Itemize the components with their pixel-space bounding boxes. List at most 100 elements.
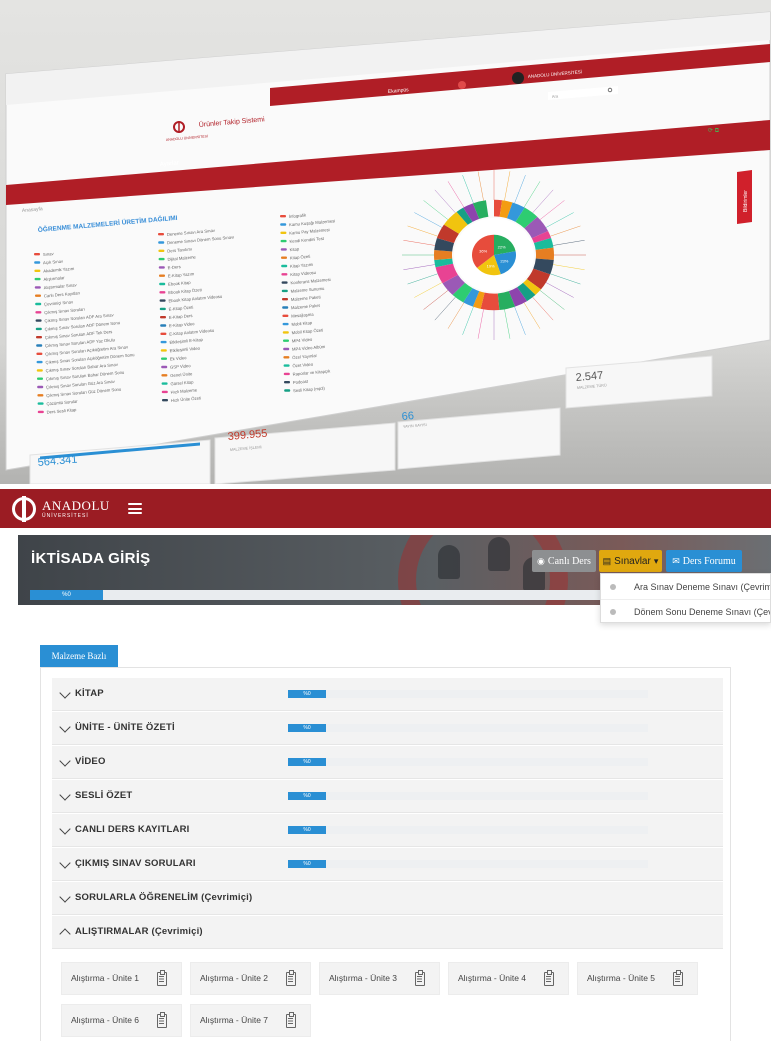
legend-swatch xyxy=(281,273,288,276)
ders-forumu-button[interactable]: ✉ Ders Forumu xyxy=(666,550,742,572)
legend-swatch xyxy=(35,294,41,297)
exam-dropdown-item[interactable]: Ara Sınav Deneme Sınavı (Çevrimiçi) xyxy=(601,574,770,599)
accordion-cikmis-sinav-sorulari[interactable]: ÇIKMIŞ SINAV SORULARI %0 xyxy=(52,848,723,881)
accordion-sorularla-ogrenelim[interactable]: SORULARLA ÖĞRENELİM (Çevrimiçi) xyxy=(52,882,723,915)
exam-dropdown-item[interactable]: Dönem Sonu Deneme Sınavı (Çevrimiçi) xyxy=(601,599,770,624)
brand-sub: ÜNİVERSİTESİ xyxy=(42,512,89,519)
legend-swatch xyxy=(36,336,42,339)
university-logo-icon[interactable] xyxy=(12,495,36,522)
course-title: İKTİSADA GİRİŞ xyxy=(31,550,151,567)
legend-swatch xyxy=(158,249,165,252)
legend-swatch xyxy=(160,340,167,344)
donut-outer-slice xyxy=(433,250,453,260)
brand-name: ANADOLU xyxy=(42,497,110,513)
clipboard-icon xyxy=(673,970,683,986)
legend-swatch xyxy=(36,352,43,355)
canli-ders-button[interactable]: ◉ Canlı Ders xyxy=(532,550,596,572)
exercise-label: Alıştırma - Ünite 6 xyxy=(71,1015,140,1025)
accordion-progress-bar: %0 xyxy=(288,792,648,800)
side-tab-label: Bildirimler xyxy=(743,190,749,212)
brand[interactable]: ANADOLU ÜNİVERSİTESİ xyxy=(42,499,110,519)
donut-gap xyxy=(454,218,534,292)
legend-swatch xyxy=(280,248,287,251)
dashboard-screen: Bildirimler ANADOLU ÜNİVERSİTESİ Ürünler… xyxy=(5,11,771,484)
legend-swatch xyxy=(159,291,166,294)
legend-label: Sınav xyxy=(43,251,55,257)
legend-swatch xyxy=(159,274,165,277)
legend-swatch xyxy=(35,302,42,306)
hamburger-menu-icon[interactable] xyxy=(127,503,142,514)
exercise-card[interactable]: Alıştırma - Ünite 7 xyxy=(190,1004,311,1037)
chevron-down-icon xyxy=(59,891,71,903)
legend-swatch xyxy=(281,289,288,293)
clipboard-icon xyxy=(157,970,167,986)
exercise-card[interactable]: Alıştırma - Ünite 2 xyxy=(190,962,311,995)
legend-swatch xyxy=(37,402,44,405)
exercise-card[interactable]: Alıştırma - Ünite 5 xyxy=(577,962,698,995)
course-progress-label: %0 xyxy=(30,590,103,600)
accordion-video[interactable]: VİDEO %0 xyxy=(52,746,723,779)
banner-person-icon xyxy=(488,537,510,571)
bullet-icon xyxy=(610,583,616,590)
exercise-label: Alıştırma - Ünite 2 xyxy=(200,973,269,983)
notification-icon[interactable] xyxy=(458,81,466,89)
accordion-progress-label: %0 xyxy=(288,860,326,868)
accordion-kitap[interactable]: KİTAP %0 xyxy=(52,678,723,711)
legend-swatch xyxy=(282,322,289,326)
tab-malzeme-bazli[interactable]: Malzeme Bazlı xyxy=(40,645,118,667)
accordion-progress-bar: %0 xyxy=(288,724,648,732)
legend-swatch xyxy=(36,360,43,364)
refresh-icon[interactable]: ⟳ ⧉ xyxy=(708,128,720,134)
legend-swatch xyxy=(282,298,288,301)
accordion-unite-ozeti[interactable]: ÜNİTE - ÜNİTE ÖZETİ %0 xyxy=(52,712,723,745)
exam-dropdown-label: Dönem Sonu Deneme Sınavı (Çevrimiçi) xyxy=(634,607,770,617)
accordion-label: SORULARLA ÖĞRENELİM (Çevrimiçi) xyxy=(75,892,253,903)
chat-icon: ✉ xyxy=(672,555,680,566)
exam-dropdown-label: Ara Sınav Deneme Sınavı (Çevrimiçi) xyxy=(634,581,770,592)
accordion-progress-label: %0 xyxy=(288,758,326,766)
chevron-down-icon xyxy=(59,687,71,699)
exercise-label: Alıştırma - Ünite 1 xyxy=(71,973,140,983)
exercise-card[interactable]: Alıştırma - Ünite 6 xyxy=(61,1004,182,1037)
legend-swatch xyxy=(160,316,166,319)
legend-swatch xyxy=(281,281,288,284)
stat-3-value: 66 xyxy=(401,410,414,423)
accordion-alistirmalar[interactable]: ALIŞTIRMALAR (Çevrimiçi) xyxy=(52,916,723,949)
avatar[interactable] xyxy=(512,72,524,84)
legend-swatch xyxy=(34,286,41,289)
donut-inner-label: 36% xyxy=(479,248,487,253)
donut-inner-label: 19% xyxy=(487,264,495,269)
stat-card-3 xyxy=(397,407,561,470)
legend-swatch xyxy=(162,399,168,402)
globe-icon: ◉ xyxy=(537,555,545,566)
legend-swatch xyxy=(283,356,290,359)
legend-swatch xyxy=(283,364,290,367)
accordion-label: SESLİ ÖZET xyxy=(75,790,133,801)
legend-swatch xyxy=(158,266,165,269)
sinavlar-dropdown-button[interactable]: ▤ Sınavlar ▾ xyxy=(599,550,662,572)
clipboard-icon xyxy=(286,970,296,986)
legend-swatch xyxy=(160,332,167,335)
legend-swatch xyxy=(160,349,167,352)
legend-swatch xyxy=(34,253,40,256)
legend-swatch xyxy=(35,311,42,314)
legend-swatch xyxy=(284,389,291,392)
exercise-card[interactable]: Alıştırma - Ünite 3 xyxy=(319,962,440,995)
exercise-label: Alıştırma - Ünite 7 xyxy=(200,1015,269,1025)
top-navbar: ANADOLU ÜNİVERSİTESİ xyxy=(0,489,771,528)
legend-swatch xyxy=(159,282,166,286)
exam-icon: ▤ xyxy=(602,555,612,566)
accordion-progress-bar: %0 xyxy=(288,758,648,766)
accordion-sesli-ozet[interactable]: SESLİ ÖZET %0 xyxy=(52,780,723,813)
exercise-card[interactable]: Alıştırma - Ünite 4 xyxy=(448,962,569,995)
exercise-card[interactable]: Alıştırma - Ünite 1 xyxy=(61,962,182,995)
accordion-label: VİDEO xyxy=(75,756,106,767)
accordion-label: ÜNİTE - ÜNİTE ÖZETİ xyxy=(75,722,175,733)
legend-swatch xyxy=(34,277,41,281)
legend-swatch xyxy=(283,347,290,351)
legend-swatch xyxy=(281,264,288,268)
legend-swatch xyxy=(282,306,289,309)
chevron-down-icon xyxy=(59,721,71,733)
dashboard-photo: Bildirimler ANADOLU ÜNİVERSİTESİ Ürünler… xyxy=(0,0,771,484)
accordion-canli-ders-kayitlari[interactable]: CANLI DERS KAYITLARI %0 xyxy=(52,814,723,847)
